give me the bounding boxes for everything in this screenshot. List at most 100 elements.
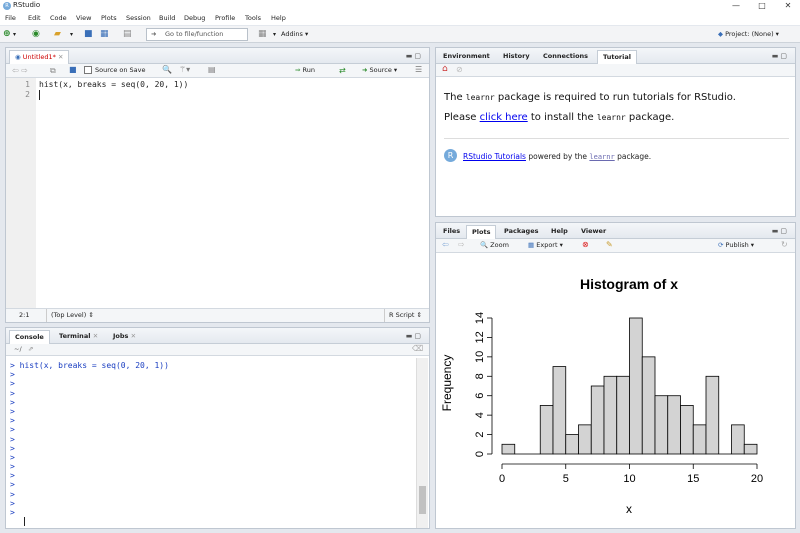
grid-layout-icon[interactable]: ▦: [258, 29, 267, 40]
menu-tools[interactable]: Tools: [245, 14, 261, 22]
scope-selector[interactable]: (Top Level) ⇕: [51, 311, 94, 319]
next-plot-icon[interactable]: ⇨: [458, 240, 465, 249]
tab-plots[interactable]: Plots: [466, 225, 497, 239]
text: package.: [625, 112, 675, 123]
pane-minmax-buttons[interactable]: ▬▢: [406, 52, 423, 60]
tab-help[interactable]: Help: [546, 225, 573, 239]
menu-edit[interactable]: Edit: [28, 14, 41, 22]
menu-debug[interactable]: Debug: [184, 14, 205, 22]
tab-environment[interactable]: Environment: [438, 50, 495, 64]
learnr-link[interactable]: learnr: [589, 153, 614, 161]
tutorial-content: The learnr package is required to run tu…: [444, 92, 789, 123]
zoom-button[interactable]: 🔍 Zoom: [480, 241, 509, 249]
zoom-label: Zoom: [490, 241, 509, 249]
source-on-save-checkbox[interactable]: [84, 66, 92, 74]
scrollbar-thumb[interactable]: [419, 486, 426, 514]
search-icon[interactable]: 🔍: [162, 65, 172, 74]
tab-tutorial[interactable]: Tutorial: [597, 50, 637, 64]
tab-files[interactable]: Files: [438, 225, 465, 239]
addins-menu[interactable]: Addins ▾: [281, 30, 308, 38]
console-line: >: [10, 388, 15, 398]
print-icon[interactable]: ▤: [123, 29, 132, 40]
menu-profile[interactable]: Profile: [215, 14, 235, 22]
x-tick-label: 20: [751, 473, 763, 485]
environment-pane: Environment History Connections Tutorial…: [435, 47, 796, 217]
close-tab-icon[interactable]: ✕: [58, 53, 63, 61]
refresh-icon[interactable]: ↻: [781, 240, 788, 249]
tab-viewer[interactable]: Viewer: [576, 225, 611, 239]
remove-plot-icon[interactable]: ⊗: [582, 240, 589, 249]
menu-session[interactable]: Session: [126, 14, 151, 22]
x-tick-label: 0: [499, 473, 505, 485]
close-tab-icon[interactable]: ✕: [93, 332, 98, 340]
run-arrow-icon: ⇒: [295, 66, 301, 74]
publish-label: Publish: [725, 241, 749, 249]
maximize-button[interactable]: □: [752, 0, 772, 11]
console-line: >: [10, 406, 15, 416]
console-output[interactable]: > hist(x, breaks = seq(0, 20, 1)) > > > …: [10, 361, 169, 517]
magic-wand-icon[interactable]: ⚚▾: [179, 65, 190, 74]
rstudio-tutorials-link[interactable]: RStudio Tutorials: [463, 152, 526, 161]
menu-view[interactable]: View: [76, 14, 91, 22]
back-icon[interactable]: ⇦ ⇨: [12, 66, 28, 75]
tab-history[interactable]: History: [498, 50, 535, 64]
title-bar: R RStudio — □ ✕: [0, 0, 800, 12]
file-type-selector[interactable]: R Script ⇕: [389, 311, 422, 319]
editor-pane: ◉ Untitled1* ✕ ▬▢ ⇦ ⇨ ⧉ ■ Source on Save…: [5, 47, 430, 323]
export-icon: ▦: [528, 241, 535, 249]
menu-code[interactable]: Code: [50, 14, 67, 22]
clear-plots-icon[interactable]: ✎: [606, 240, 613, 249]
home-icon[interactable]: ⌂: [442, 64, 448, 74]
tab-terminal[interactable]: Terminal ✕: [54, 330, 103, 344]
console-line: >: [10, 425, 15, 435]
pane-minmax-buttons[interactable]: ▬▢: [772, 52, 789, 60]
rerun-icon[interactable]: ⇄: [339, 66, 346, 75]
show-in-window-icon[interactable]: ⧉: [50, 66, 56, 76]
close-button[interactable]: ✕: [778, 0, 798, 11]
stop-icon[interactable]: ⊘: [456, 65, 463, 74]
tab-jobs[interactable]: Jobs ✕: [108, 330, 141, 344]
click-here-link[interactable]: click here: [480, 112, 528, 123]
y-tick-label: 6: [474, 393, 486, 399]
tab-console[interactable]: Console: [9, 330, 50, 344]
new-project-icon[interactable]: ◉: [32, 29, 40, 40]
save-icon[interactable]: ■: [84, 29, 93, 40]
pane-minmax-buttons[interactable]: ▬▢: [406, 332, 423, 340]
menu-help[interactable]: Help: [271, 14, 286, 22]
arrow-right-icon: ➜: [151, 30, 157, 38]
go-to-directory-icon[interactable]: ⇗: [28, 345, 33, 353]
minimize-button[interactable]: —: [726, 0, 746, 11]
save-all-icon[interactable]: ▦: [100, 29, 109, 40]
tab-untitled1[interactable]: ◉ Untitled1* ✕: [9, 50, 70, 64]
menu-build[interactable]: Build: [159, 14, 175, 22]
dropdown-arrow-icon[interactable]: ▾: [70, 29, 73, 40]
close-tab-icon[interactable]: ✕: [131, 332, 136, 340]
goto-file-input[interactable]: ➜ Go to file/function: [146, 28, 248, 41]
run-button[interactable]: ⇒ Run: [295, 66, 315, 74]
outline-icon[interactable]: ☰: [415, 65, 422, 74]
pane-minmax-buttons[interactable]: ▬▢: [772, 227, 789, 235]
code-line[interactable]: hist(x, breaks = seq(0, 20, 1)): [39, 80, 188, 89]
source-button[interactable]: ➜ Source ▾: [362, 66, 397, 74]
editor-toolbar: ⇦ ⇨ ⧉ ■ Source on Save 🔍 ⚚▾ ▤ ⇒ Run ⇄ ➜ …: [6, 64, 429, 78]
save-icon[interactable]: ■: [69, 65, 77, 74]
publish-button[interactable]: ⟳ Publish ▾: [718, 241, 754, 249]
menu-file[interactable]: File: [5, 14, 16, 22]
histogram-bar: [641, 356, 656, 455]
open-folder-icon[interactable]: ▰: [54, 29, 61, 40]
compile-report-icon[interactable]: ▤: [208, 65, 216, 74]
tutorial-toolbar: ⌂ ⊘: [436, 64, 795, 77]
menu-plots[interactable]: Plots: [101, 14, 117, 22]
previous-plot-icon[interactable]: ⇦: [442, 240, 449, 249]
console-scrollbar[interactable]: [416, 358, 428, 528]
clear-console-icon[interactable]: ⌫: [412, 344, 423, 353]
dropdown-arrow-icon[interactable]: ▾: [13, 29, 16, 40]
tab-connections[interactable]: Connections: [538, 50, 593, 64]
project-label: Project: (None): [725, 30, 774, 38]
project-menu[interactable]: ◆ Project: (None) ▾: [718, 30, 779, 38]
code-line[interactable]: [39, 90, 419, 100]
new-file-icon[interactable]: ⊕: [3, 29, 11, 40]
tab-packages[interactable]: Packages: [499, 225, 543, 239]
export-button[interactable]: ▦ Export ▾: [528, 241, 563, 249]
dropdown-arrow-icon[interactable]: ▾: [273, 31, 276, 38]
